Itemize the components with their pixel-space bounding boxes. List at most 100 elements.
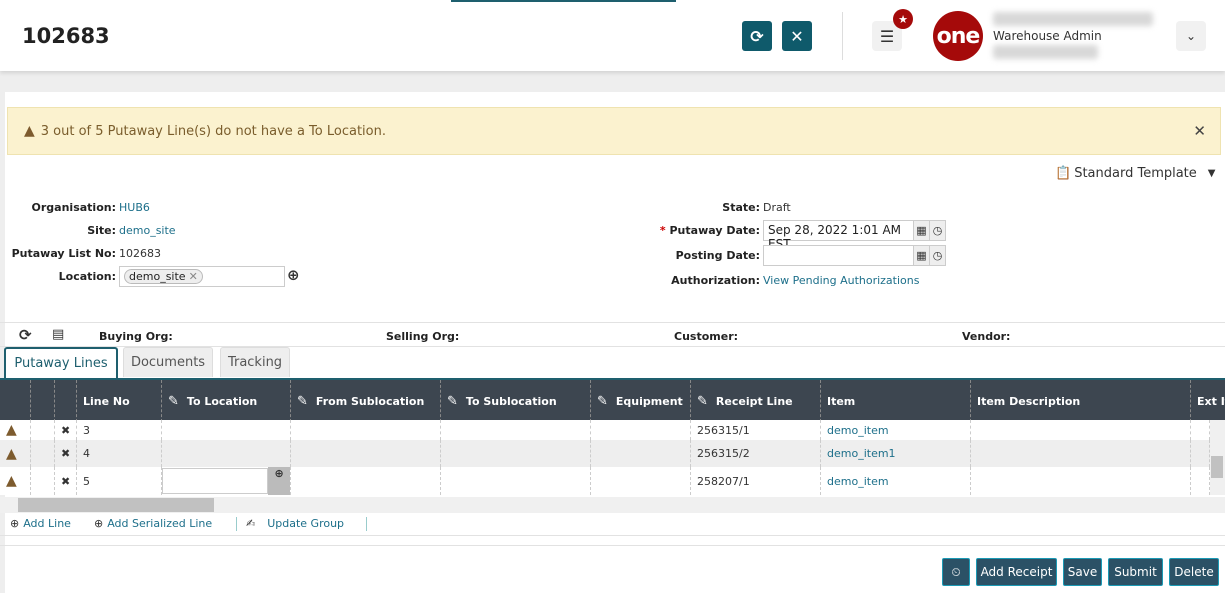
clock-icon[interactable]: ◷ xyxy=(930,220,946,241)
col-item-description[interactable]: Item Description xyxy=(971,380,1191,422)
view-pending-authorizations-link[interactable]: View Pending Authorizations xyxy=(763,274,919,287)
add-line-button[interactable]: ⊕ Add Line xyxy=(10,517,71,530)
putaway-date-input[interactable]: Sep 28, 2022 1:01 AM EST xyxy=(763,220,914,251)
edit-icon: ✎ xyxy=(168,393,179,409)
tab-tracking[interactable]: Tracking xyxy=(220,347,290,377)
edit-icon: ✎ xyxy=(697,393,708,409)
col-to-sublocation[interactable]: ✎ To Sublocation xyxy=(441,380,591,422)
favorites-star-icon[interactable]: ★ xyxy=(893,9,913,29)
calendar-icon[interactable]: ▦ xyxy=(914,220,930,241)
add-serialized-line-button[interactable]: ⊕ Add Serialized Line xyxy=(94,517,212,530)
table-cell: ▲ xyxy=(0,440,31,467)
divider xyxy=(0,545,1225,546)
vertical-scrollbar[interactable] xyxy=(1210,420,1225,495)
location-input[interactable]: demo_site ✕ xyxy=(119,266,285,287)
item-link[interactable]: demo_item xyxy=(821,467,971,495)
table-row[interactable]: ▲ ✖ 3 256315/1 demo_item xyxy=(0,420,1210,440)
table-cell: ▲ xyxy=(0,420,31,440)
table-cell xyxy=(591,467,691,495)
col-label: Equipment xyxy=(615,394,683,408)
location-search-icon[interactable]: ⊕ xyxy=(287,266,300,284)
table-cell: ✖ xyxy=(55,420,77,440)
col-label: Item Description xyxy=(977,394,1081,408)
to-location-input[interactable] xyxy=(162,468,269,494)
site-link[interactable]: demo_site xyxy=(119,224,176,237)
warning-alert: ▲ 3 out of 5 Putaway Line(s) do not have… xyxy=(7,107,1221,155)
list-no-label: Putaway List No: xyxy=(11,247,116,260)
document-icon: 📋 xyxy=(1055,166,1072,181)
divider xyxy=(236,517,237,531)
refresh-icon[interactable]: ⟳ xyxy=(19,326,32,344)
app-header: 102683 ⟳ ✕ ☰ ★ one Warehouse Admin ⌄ xyxy=(0,0,1225,71)
tab-label: Putaway Lines xyxy=(14,356,108,371)
delete-row-icon[interactable]: ✖ xyxy=(61,424,70,437)
receipt-line-cell: 258207/1 xyxy=(691,467,821,495)
refresh-button[interactable]: ⟳ xyxy=(742,21,772,51)
edit-icon: ✎ xyxy=(447,393,458,409)
alert-close-icon[interactable]: ✕ xyxy=(1193,122,1206,140)
remove-tag-icon[interactable]: ✕ xyxy=(189,270,198,283)
scrollbar-thumb[interactable] xyxy=(1211,456,1223,478)
line-no-cell: 3 xyxy=(77,420,162,440)
header-cell xyxy=(55,380,77,422)
edit-icon: ✍ xyxy=(246,517,256,530)
warning-icon: ▲ xyxy=(6,422,17,438)
col-ext-item[interactable]: Ext It xyxy=(1191,380,1225,422)
col-line-no[interactable]: Line No xyxy=(77,380,162,422)
delete-row-icon[interactable]: ✖ xyxy=(61,447,70,460)
table-cell xyxy=(971,467,1191,495)
submit-button[interactable]: Submit xyxy=(1108,558,1163,586)
horizontal-scrollbar[interactable] xyxy=(0,497,1225,513)
receipt-line-cell: 256315/2 xyxy=(691,440,821,467)
table-cell xyxy=(441,420,591,440)
state-label: State: xyxy=(722,201,760,214)
template-selector[interactable]: 📋 Standard Template ▼ xyxy=(1055,166,1215,181)
close-button[interactable]: ✕ xyxy=(782,21,812,51)
delete-button[interactable]: Delete xyxy=(1169,558,1219,586)
user-menu-chevron-down-icon[interactable]: ⌄ xyxy=(1176,21,1206,51)
edit-icon: ✎ xyxy=(297,393,308,409)
active-indicator xyxy=(451,0,676,2)
tab-documents[interactable]: Documents xyxy=(123,347,213,377)
table-cell xyxy=(971,420,1191,440)
clock-icon[interactable]: ◷ xyxy=(930,245,946,266)
history-icon: ⏲ xyxy=(951,564,961,579)
caret-down-icon: ▼ xyxy=(1207,168,1216,179)
required-marker: * xyxy=(659,224,670,237)
col-receipt-line[interactable]: ✎ Receipt Line xyxy=(691,380,821,422)
state-value: Draft xyxy=(763,201,791,214)
col-label: Ext It xyxy=(1197,394,1225,408)
divider xyxy=(0,322,1225,323)
table-cell xyxy=(291,440,441,467)
plus-circle-icon: ⊕ xyxy=(10,517,20,530)
col-to-location[interactable]: ✎ To Location xyxy=(162,380,291,422)
user-org-redacted xyxy=(993,45,1098,59)
add-receipt-button[interactable]: Add Receipt xyxy=(976,558,1057,586)
warning-icon: ▲ xyxy=(24,123,35,139)
table-cell xyxy=(441,467,591,495)
authorization-label: Authorization: xyxy=(671,274,760,287)
table-row[interactable]: ▲ ✖ 5 ⊕ 258207/1 demo_item xyxy=(0,467,1210,495)
table-row[interactable]: ▲ ✖ 4 256315/2 demo_item1 xyxy=(0,440,1210,467)
tab-putaway-lines[interactable]: Putaway Lines xyxy=(4,347,118,378)
list-icon[interactable]: ▤ xyxy=(52,327,64,342)
col-equipment[interactable]: ✎ Equipment xyxy=(591,380,691,422)
table-cell xyxy=(1191,420,1210,440)
to-location-search-icon[interactable]: ⊕ xyxy=(268,467,290,495)
divider xyxy=(0,535,1225,536)
posting-date-input[interactable] xyxy=(763,245,914,266)
col-from-sublocation[interactable]: ✎ From Sublocation xyxy=(291,380,441,422)
delete-row-icon[interactable]: ✖ xyxy=(61,475,70,488)
warning-icon: ▲ xyxy=(6,445,17,462)
save-button[interactable]: Save xyxy=(1063,558,1102,586)
item-link[interactable]: demo_item1 xyxy=(821,440,971,467)
organisation-link[interactable]: HUB6 xyxy=(119,201,150,214)
item-link[interactable]: demo_item xyxy=(821,420,971,440)
scrollbar-thumb[interactable] xyxy=(18,498,214,512)
calendar-icon[interactable]: ▦ xyxy=(914,245,930,266)
putaway-date-label: Putaway Date: xyxy=(669,224,761,237)
history-button[interactable]: ⏲ xyxy=(942,558,970,586)
line-no-cell: 5 xyxy=(77,467,162,495)
col-item[interactable]: Item xyxy=(821,380,971,422)
update-group-button[interactable]: ✍ Update Group xyxy=(246,517,344,530)
